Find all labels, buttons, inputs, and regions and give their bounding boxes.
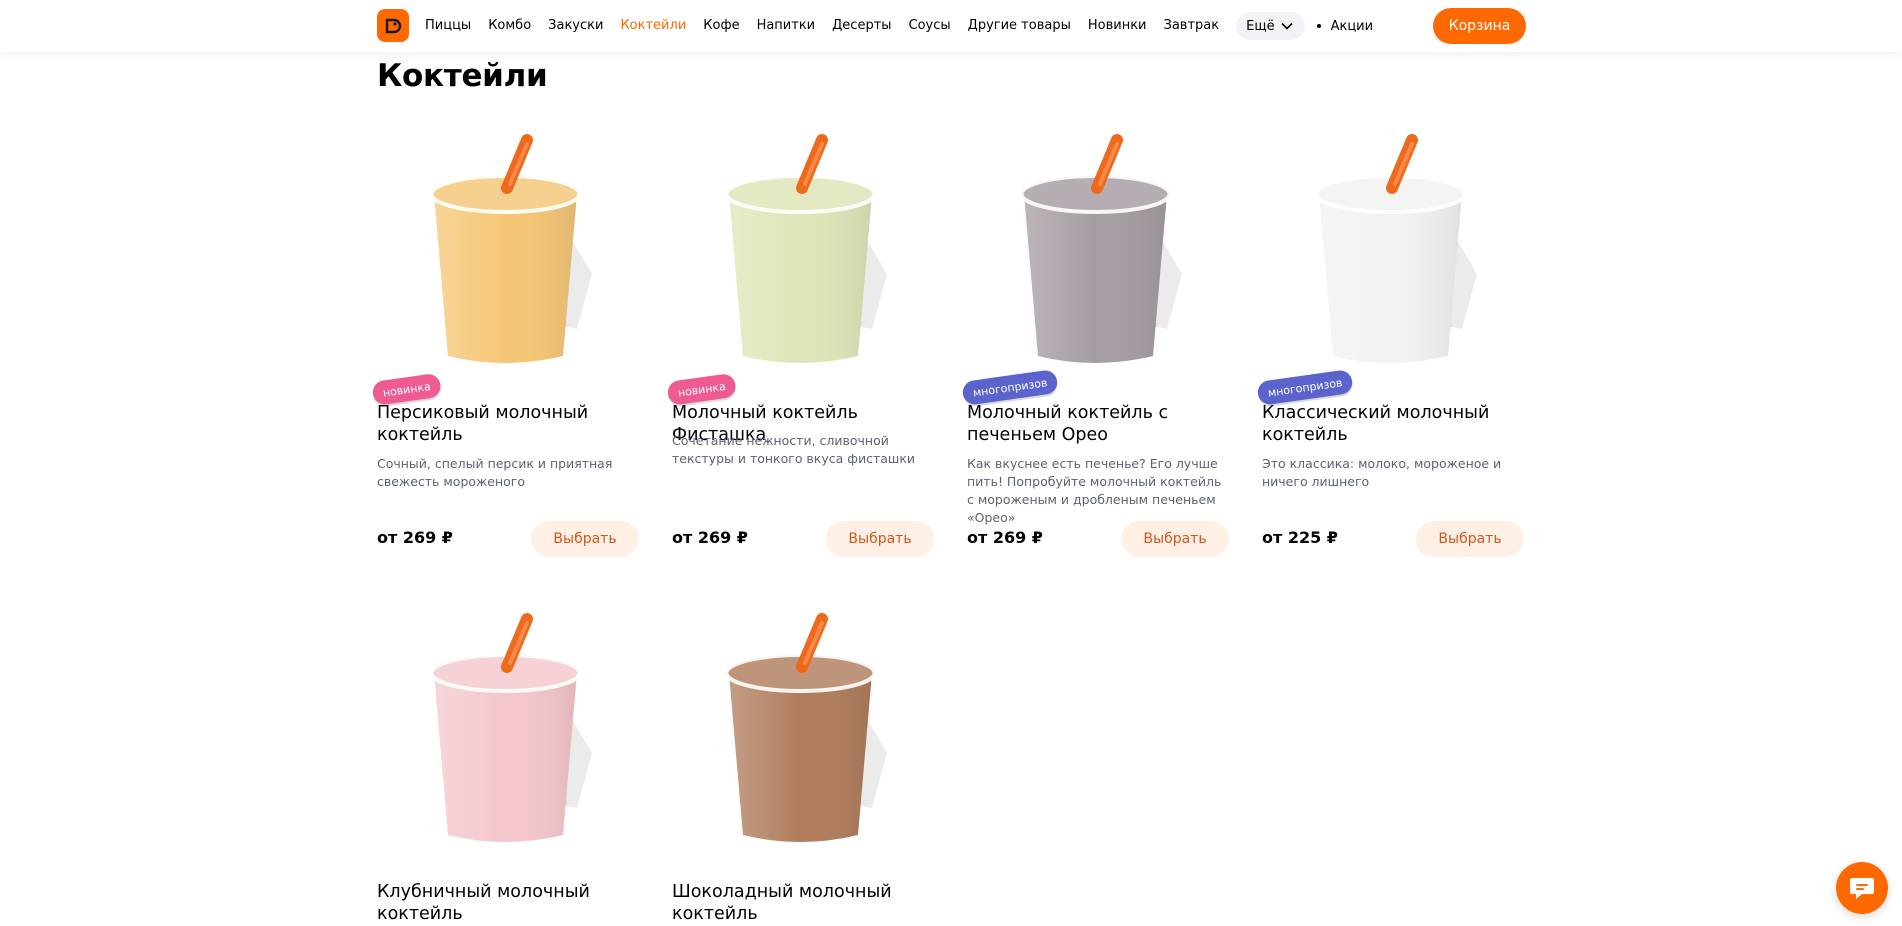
product-image[interactable]	[672, 124, 934, 374]
promo-label: Акции	[1330, 18, 1374, 34]
page-title: Коктейли	[377, 58, 548, 94]
product-image[interactable]	[967, 124, 1229, 374]
chat-icon	[1850, 878, 1874, 899]
product-price: от 269 ₽	[967, 528, 1043, 547]
product-description: Сочетание нежности, сливочной текстуры и…	[672, 433, 915, 466]
product-card[interactable]: Клубничный молочный коктейль	[377, 603, 639, 926]
product-card[interactable]: Шоколадный молочный коктейль	[672, 603, 934, 926]
chevron-down-icon	[1281, 22, 1293, 30]
main-nav: Пиццы Комбо Закуски Коктейли Кофе Напитк…	[425, 12, 1374, 40]
logo-icon	[382, 14, 404, 37]
nav-item-other[interactable]: Другие товары	[968, 13, 1071, 39]
product-price: от 225 ₽	[1262, 528, 1338, 547]
nav-item-coffee[interactable]: Кофе	[703, 13, 739, 39]
cart-button[interactable]: Корзина	[1433, 8, 1526, 44]
dot-icon	[1316, 24, 1321, 28]
new-badge: новинка	[371, 372, 443, 406]
product-description: Сочный, спелый персик и приятная свежест…	[377, 456, 613, 489]
product-price: от 269 ₽	[672, 528, 748, 547]
product-image[interactable]	[1262, 124, 1524, 374]
chat-button[interactable]	[1836, 862, 1888, 914]
nav-item-snacks[interactable]: Закуски	[548, 13, 603, 39]
nav-item-breakfast[interactable]: Завтрак	[1164, 13, 1220, 39]
multiprize-badge: многопризов	[961, 368, 1059, 406]
choose-button[interactable]: Выбрать	[531, 521, 639, 557]
multiprize-badge: многопризов	[1256, 368, 1354, 406]
nav-item-new[interactable]: Новинки	[1088, 13, 1147, 39]
logo[interactable]	[377, 9, 409, 42]
nav-item-desserts[interactable]: Десерты	[832, 13, 891, 39]
choose-button[interactable]: Выбрать	[826, 521, 934, 557]
product-price: от 269 ₽	[377, 528, 453, 547]
choose-button[interactable]: Выбрать	[1416, 521, 1524, 557]
nav-item-combo[interactable]: Комбо	[488, 13, 531, 39]
header: Пиццы Комбо Закуски Коктейли Кофе Напитк…	[0, 0, 1902, 52]
product-name: Классический молочный коктейль	[1262, 403, 1490, 445]
product-description: Это классика: молоко, мороженое и ничего…	[1262, 456, 1502, 489]
more-label: Ещё	[1246, 18, 1275, 34]
new-badge: новинка	[666, 372, 738, 406]
product-name: Молочный коктейль с печеньем Орео	[967, 403, 1169, 445]
product-card[interactable]: многопризов Классический молочный коктейл…	[1256, 124, 1524, 564]
product-card[interactable]: многопризов Молочный коктейль с печеньем …	[961, 124, 1229, 564]
product-name: Клубничный молочный коктейль	[377, 882, 590, 924]
nav-item-pizza[interactable]: Пиццы	[425, 13, 471, 39]
product-image[interactable]	[377, 603, 639, 853]
product-name: Персиковый молочный коктейль	[377, 403, 589, 445]
nav-item-sauces[interactable]: Соусы	[909, 13, 951, 39]
product-image[interactable]	[672, 603, 934, 853]
product-image[interactable]	[377, 124, 639, 374]
product-description: Как вкуснее есть печенье? Его лучше пить…	[967, 456, 1222, 525]
product-name: Шоколадный молочный коктейль	[672, 882, 892, 924]
more-dropdown[interactable]: Ещё	[1236, 12, 1305, 40]
product-card[interactable]: новинка Молочный коктейль Фисташка Сочетан…	[666, 124, 934, 564]
nav-item-cocktails[interactable]: Коктейли	[620, 13, 686, 39]
nav-item-drinks[interactable]: Напитки	[757, 13, 816, 39]
nav-item-promo[interactable]: Акции	[1316, 18, 1374, 34]
choose-button[interactable]: Выбрать	[1121, 521, 1229, 557]
product-card[interactable]: новинка Персиковый молочный коктейль Сочны…	[371, 124, 639, 564]
